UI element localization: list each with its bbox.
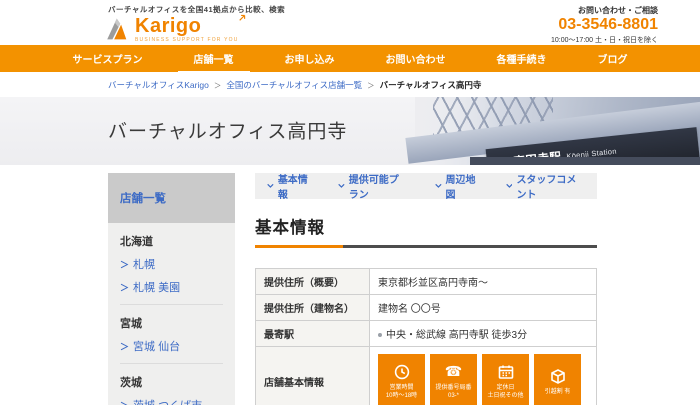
sidebar-item-miyagi-sendai[interactable]: ＞ 宮城 仙台 — [120, 338, 223, 354]
anchor-label: 基本情報 — [278, 171, 312, 201]
phone-number-link[interactable]: 03-3546-8801 — [551, 16, 658, 34]
sidebar-title: 店舗一覧 — [108, 173, 235, 223]
section-title-basic-info: 基本情報 — [255, 214, 597, 238]
sidebar-link-label: 札幌 美園 — [133, 279, 180, 295]
nav-item-apply[interactable]: お申し込み — [283, 51, 337, 66]
chevron-down-icon — [435, 183, 442, 189]
breadcrumb-separator: ＞ — [367, 80, 375, 91]
bullet-icon — [378, 333, 382, 337]
breadcrumb: バーチャルオフィスKarigo ＞ 全国のバーチャルオフィス店舗一覧 ＞ バーチ… — [108, 79, 700, 91]
logo-link[interactable]: Karigo BUSINESS SUPPORT FOR YOU — [105, 16, 285, 43]
row-label-nearest-station: 最寄駅 — [256, 321, 370, 347]
page-title: バーチャルオフィス高円寺 — [108, 116, 347, 143]
chevron-down-icon — [338, 183, 345, 189]
anchor-label: 提供可能プラン — [349, 171, 409, 201]
chevron-right-icon: ＞ — [120, 340, 129, 353]
breadcrumb-current: バーチャルオフィス高円寺 — [380, 79, 482, 91]
row-value-store-basic-info: 営業時間10時～18時 ☎ 提供番号局番03-* 定休日土日祝その他 — [370, 347, 597, 405]
hero-banner: JR 高円寺駅 Kōenji Station バーチャルオフィス高円寺 — [0, 97, 700, 165]
anchor-basic-info[interactable]: 基本情報 — [267, 171, 312, 201]
chevron-right-icon: ＞ — [120, 281, 129, 294]
box-icon — [550, 368, 566, 384]
station-facade-decoration — [470, 157, 700, 165]
anchor-label: 周辺地図 — [446, 171, 480, 201]
anchor-area-map[interactable]: 周辺地図 — [435, 171, 480, 201]
chevron-right-icon: ＞ — [120, 258, 129, 271]
nav-item-procedures[interactable]: 各種手続き — [495, 51, 549, 66]
nav-item-service-plan[interactable]: サービスプラン — [71, 51, 145, 66]
breadcrumb-store-list[interactable]: 全国のバーチャルオフィス店舗一覧 — [226, 79, 362, 91]
section-anchor-bar: 基本情報 提供可能プラン 周辺地図 スタッフコメント — [255, 173, 597, 199]
nav-item-blog[interactable]: ブログ — [596, 51, 630, 66]
sidebar-item-ibaraki-tsukuba[interactable]: ＞ 茨城 つくば市 — [120, 397, 223, 405]
table-row: 提供住所（建物名） 建物名 〇〇号 — [256, 295, 597, 321]
logo-wordmark: Karigo — [135, 16, 239, 36]
row-label-store-basic-info: 店舗基本情報 — [256, 347, 370, 405]
sidebar-link-label: 宮城 仙台 — [133, 338, 180, 354]
nav-item-store-list[interactable]: 店舗一覧 — [192, 51, 236, 66]
sidebar-item-sapporo-misono[interactable]: ＞ 札幌 美園 — [120, 279, 223, 295]
sidebar-item-sapporo[interactable]: ＞ 札幌 — [120, 256, 223, 272]
section-title-underline — [255, 245, 597, 248]
nav-item-contact[interactable]: お問い合わせ — [384, 51, 448, 66]
logo-subtitle: BUSINESS SUPPORT FOR YOU — [135, 37, 239, 43]
phone-icon: ☎ — [445, 365, 462, 379]
breadcrumb-separator: ＞ — [214, 80, 222, 91]
chevron-down-icon — [267, 183, 274, 189]
anchor-label: スタッフコメント — [516, 171, 585, 201]
chevron-down-icon — [506, 183, 513, 189]
basic-info-table: 提供住所（概要） 東京都杉並区高円寺南～ 提供住所（建物名） 建物名 〇〇号 最… — [255, 268, 597, 405]
site-tagline: バーチャルオフィスを全国41拠点から比較、検索 — [108, 4, 285, 15]
badge-closed-days: 定休日土日祝その他 — [482, 354, 529, 405]
sidebar-region-miyagi: 宮城 — [120, 315, 223, 331]
table-row: 提供住所（概要） 東京都杉並区高円寺南～ — [256, 269, 597, 295]
anchor-available-plans[interactable]: 提供可能プラン — [338, 171, 409, 201]
store-list-sidebar: 店舗一覧 北海道 ＞ 札幌 ＞ 札幌 美園 宮城 ＞ 宮城 仙台 — [108, 173, 235, 405]
sidebar-link-label: 札幌 — [133, 256, 155, 272]
contact-label: お問い合わせ・ご相談 — [551, 5, 658, 16]
karigo-logo-icon — [105, 16, 132, 42]
sidebar-region-hokkaido: 北海道 — [120, 233, 223, 249]
business-hours: 10:00～17:00 土・日・祝日を除く — [551, 35, 658, 45]
chevron-right-icon: ＞ — [120, 399, 129, 405]
row-value-address-summary: 東京都杉並区高円寺南～ — [370, 269, 597, 295]
table-row: 最寄駅 中央・総武線 高円寺駅 徒歩3分 — [256, 321, 597, 347]
main-nav: サービスプラン 店舗一覧 お申し込み お問い合わせ 各種手続き ブログ — [0, 45, 700, 72]
row-label-address-summary: 提供住所（概要） — [256, 269, 370, 295]
breadcrumb-home[interactable]: バーチャルオフィスKarigo — [108, 79, 209, 91]
logo-arrow-icon — [239, 14, 246, 21]
main-content: 基本情報 提供可能プラン 周辺地図 スタッフコメント 基本情報 提供住所（概要）… — [255, 173, 597, 405]
site-header: バーチャルオフィスを全国41拠点から比較、検索 Karigo BUSINESS … — [0, 0, 700, 45]
sidebar-region-ibaraki: 茨城 — [120, 374, 223, 390]
station-photo: JR 高円寺駅 Kōenji Station — [415, 97, 700, 165]
table-row: 店舗基本情報 営業時間10時～18時 ☎ 提供番号局番03-* — [256, 347, 597, 405]
calendar-icon — [498, 364, 514, 380]
sidebar-link-label: 茨城 つくば市 — [133, 397, 202, 405]
row-value-nearest-station: 中央・総武線 高円寺駅 徒歩3分 — [370, 321, 597, 347]
badge-business-hours: 営業時間10時～18時 — [378, 354, 425, 405]
row-label-building-name: 提供住所（建物名） — [256, 295, 370, 321]
clock-icon — [394, 364, 410, 380]
row-value-building-name: 建物名 〇〇号 — [370, 295, 597, 321]
badge-phone-area-code: ☎ 提供番号局番03-* — [430, 354, 477, 405]
anchor-staff-comment[interactable]: スタッフコメント — [506, 171, 585, 201]
badge-moving-discount: 引越割 有 — [534, 354, 581, 405]
